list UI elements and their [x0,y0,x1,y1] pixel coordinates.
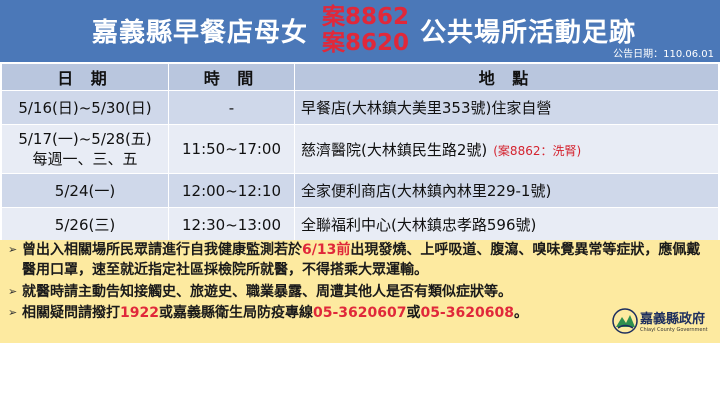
announce-date: 公告日期：110.06.01 [613,49,714,60]
notice-item-health-monitoring: ➢ 曾出入相關場所民眾請進行自我健康監測若於6/13前出現發燒、上呼吸道、腹瀉、嗅… [8,240,712,280]
header-date: 日 期 [1,63,169,91]
date-cell: 5/16(日)~5/30(日) [1,90,169,125]
time-cell: 12:00~12:10 [168,173,295,208]
logo-name: 嘉義縣政府 [640,312,706,327]
place-text: 全家便利商店(大林鎮內林里229-1號) [301,182,552,200]
notice-1-text-a: 曾出入相關場所民眾請進行自我健康監測若於 [22,242,302,258]
notice-3-text-b: 或嘉義縣衛生局防疫專線 [158,305,313,321]
date-weekdays: 每週一、三、五 [32,150,138,168]
table-row: 5/16(日)~5/30(日) - 早餐店(大林鎮大美里353號)住家自營 [1,90,719,125]
dialysis-note: (案8862：洗腎) [493,143,582,158]
case-numbers: 案8862 案8620 [322,4,414,56]
arrow-bullet-icon: ➢ [8,306,18,319]
place-cell: 全聯福利中心(大林鎮忠孝路596號) [294,207,719,242]
notice-2-text: 就醫時請主動告知接觸史、旅遊史、職業暴露、周遭其他人是否有類似症狀等。 [22,284,512,300]
place-text: 早餐店(大林鎮大美里353號)住家自營 [301,99,552,117]
notice-3-text-c: 或 [406,305,421,321]
time-cell: 11:50~17:00 [168,124,295,174]
place-text: 全聯福利中心(大林鎮忠孝路596號) [301,216,537,234]
footprint-table: 日 期 時 間 地 點 5/16(日)~5/30(日) - 早餐店(大林鎮大美里… [1,63,719,242]
logo-subtitle: Chiayi County Government [640,327,708,333]
arrow-bullet-icon: ➢ [8,243,18,256]
place-cell: 慈濟醫院(大林鎮民生路2號) (案8862：洗腎) [294,124,719,174]
header-time: 時 間 [168,63,295,91]
date-cell: 5/26(三) [1,207,169,242]
notice-item-hotline: ➢ 相關疑問請撥打1922或嘉義縣衛生局防疫專線05-3620607或05-362… [8,303,712,323]
table-header-row: 日 期 時 間 地 點 [1,63,719,91]
table-row: 5/17(一)~5/28(五) 每週一、三、五 11:50~17:00 慈濟醫院… [1,124,719,174]
phone-number-1: 05-3620607 [312,305,407,321]
header-place: 地 點 [294,63,719,91]
time-cell: - [168,90,295,125]
time-cell: 12:30~13:00 [168,207,295,242]
date-cell: 5/17(一)~5/28(五) 每週一、三、五 [1,124,169,174]
place-cell: 全家便利商店(大林鎮內林里229-1號) [294,173,719,208]
notice-3-text-d: 。 [513,305,528,321]
arrow-bullet-icon: ➢ [8,285,18,298]
place-text: 慈濟醫院(大林鎮民生路2號) [301,140,488,159]
table-row: 5/26(三) 12:30~13:00 全聯福利中心(大林鎮忠孝路596號) [1,207,719,242]
county-government-logo: 嘉義縣政府 Chiayi County Government [612,303,708,341]
title-right: 公共場所活動足跡 [420,18,637,48]
table-row: 5/24(一) 12:00~12:10 全家便利商店(大林鎮內林里229-1號) [1,173,719,208]
deadline-date: 6/13前 [302,242,351,258]
hotline-1922: 1922 [120,305,159,321]
phone-number-2: 05-3620608 [420,305,514,321]
date-cell: 5/24(一) [1,173,169,208]
notice-3-text-a: 相關疑問請撥打 [22,305,120,321]
notice-item-inform-history: ➢ 就醫時請主動告知接觸史、旅遊史、職業暴露、周遭其他人是否有類似症狀等。 [8,282,712,302]
county-emblem-icon [612,308,638,334]
title-left: 嘉義縣早餐店母女 [92,18,309,48]
title-banner: 嘉義縣早餐店母女 案8862 案8620 公共場所活動足跡 公告日期：110.0… [0,0,720,62]
case-number-1: 案8862 [322,4,410,30]
date-range: 5/17(一)~5/28(五) [18,130,152,148]
place-cell: 早餐店(大林鎮大美里353號)住家自營 [294,90,719,125]
case-number-2: 案8620 [322,30,410,56]
